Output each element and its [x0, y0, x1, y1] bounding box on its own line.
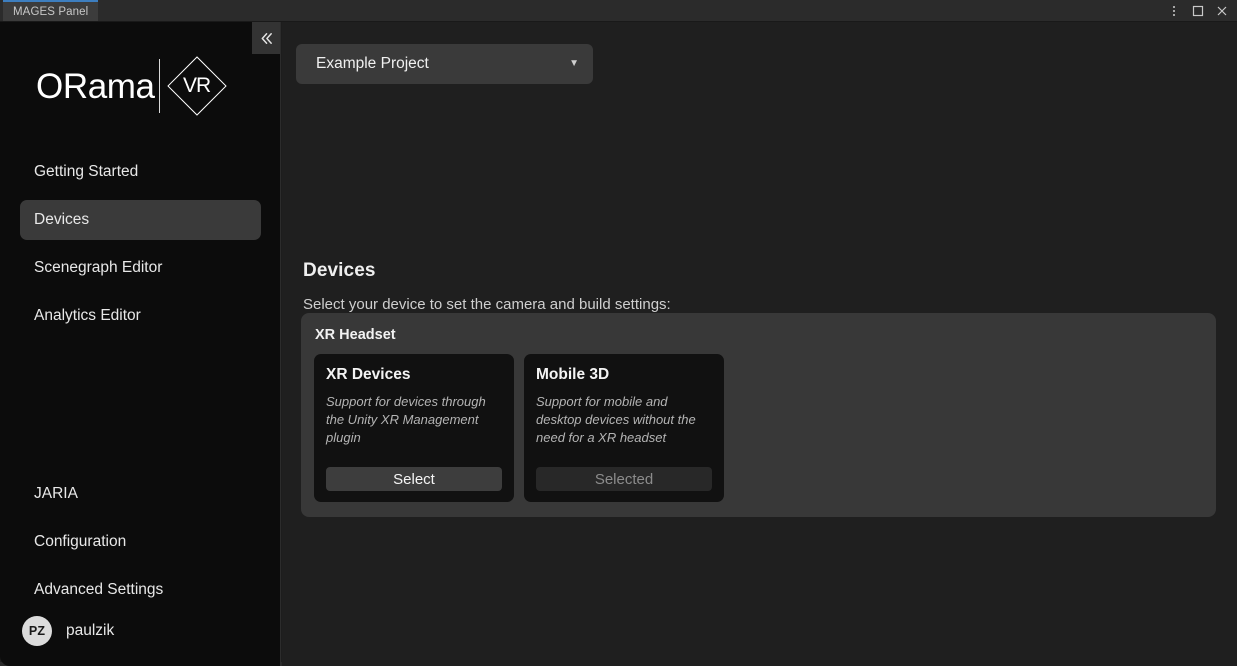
- user-account-row[interactable]: PZ paulzik: [20, 614, 261, 648]
- card-title: XR Devices: [326, 366, 502, 384]
- user-name: paulzik: [66, 622, 114, 640]
- card-title: Mobile 3D: [536, 366, 712, 384]
- maximize-icon[interactable]: [1187, 1, 1209, 21]
- sidebar-nav-bottom: JARIA Configuration Advanced Settings PZ…: [20, 474, 261, 648]
- window-titlebar: MAGES Panel: [0, 0, 1237, 22]
- page-subtitle: Select your device to set the camera and…: [303, 296, 671, 313]
- project-select-value: Example Project: [316, 55, 429, 73]
- orama-vr-logo: ORama VR: [36, 56, 227, 116]
- sidebar-item-label: Advanced Settings: [34, 581, 163, 599]
- tab-mages-panel[interactable]: MAGES Panel: [3, 0, 98, 21]
- sidebar-item-label: Configuration: [34, 533, 126, 551]
- chevron-double-left-icon[interactable]: [252, 22, 280, 54]
- page-title: Devices: [303, 260, 376, 282]
- device-card-list: XR Devices Support for devices through t…: [314, 354, 724, 502]
- logo-divider: [159, 59, 160, 113]
- group-title: XR Headset: [315, 327, 396, 343]
- card-description: Support for devices through the Unity XR…: [326, 393, 502, 446]
- tab-label: MAGES Panel: [13, 6, 88, 18]
- sidebar-item-jaria[interactable]: JARIA: [20, 474, 261, 514]
- logo-vr-text: VR: [183, 74, 210, 98]
- logo-wordmark: ORama: [36, 69, 155, 104]
- sidebar-item-devices[interactable]: Devices: [20, 200, 261, 240]
- logo-diamond-icon: VR: [167, 56, 227, 116]
- mages-panel-window: MAGES Panel: [0, 0, 1237, 666]
- avatar: PZ: [22, 616, 52, 646]
- sidebar-item-label: Analytics Editor: [34, 307, 141, 325]
- close-icon[interactable]: [1211, 1, 1233, 21]
- sidebar-item-getting-started[interactable]: Getting Started: [20, 152, 261, 192]
- sidebar-item-advanced-settings[interactable]: Advanced Settings: [20, 570, 261, 610]
- window-controls: [1163, 0, 1233, 22]
- sidebar-item-label: Getting Started: [34, 163, 138, 181]
- sidebar-item-label: JARIA: [34, 485, 78, 503]
- device-card-xr-devices[interactable]: XR Devices Support for devices through t…: [314, 354, 514, 502]
- xr-headset-group: XR Headset XR Devices Support for device…: [301, 313, 1216, 517]
- sidebar-item-analytics-editor[interactable]: Analytics Editor: [20, 296, 261, 336]
- card-description: Support for mobile and desktop devices w…: [536, 393, 712, 446]
- sidebar-item-scenegraph-editor[interactable]: Scenegraph Editor: [20, 248, 261, 288]
- sidebar-item-configuration[interactable]: Configuration: [20, 522, 261, 562]
- selected-button: Selected: [536, 467, 712, 491]
- project-select-dropdown[interactable]: Example Project ▼: [296, 44, 593, 84]
- sidebar-item-label: Scenegraph Editor: [34, 259, 162, 277]
- device-card-mobile-3d[interactable]: Mobile 3D Support for mobile and desktop…: [524, 354, 724, 502]
- sidebar-item-label: Devices: [34, 211, 89, 229]
- select-button[interactable]: Select: [326, 467, 502, 491]
- sidebar: ORama VR Getting Started Devices Scenegr…: [0, 22, 281, 666]
- chevron-down-icon: ▼: [569, 59, 579, 69]
- sidebar-nav-top: Getting Started Devices Scenegraph Edito…: [20, 152, 261, 336]
- kebab-menu-icon[interactable]: [1163, 1, 1185, 21]
- main-content: Example Project ▼ Devices Select your de…: [282, 22, 1237, 666]
